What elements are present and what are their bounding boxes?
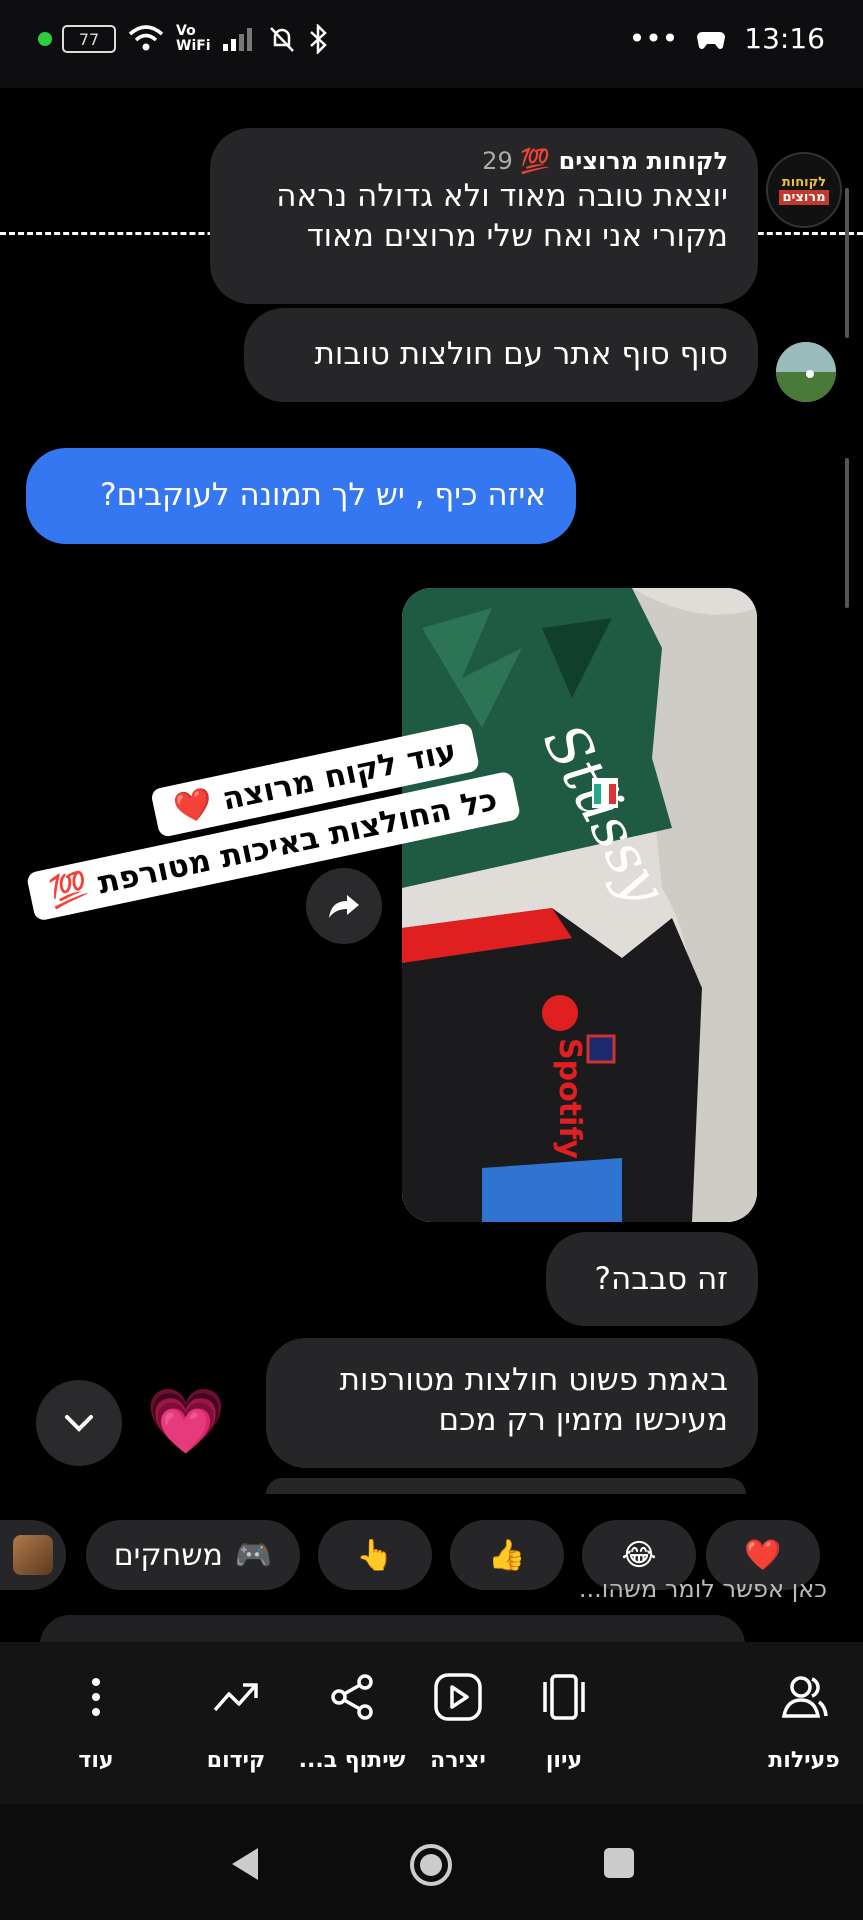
scrollbar-thumb[interactable] <box>845 188 849 338</box>
share-button[interactable]: שיתוף ב... <box>292 1672 412 1773</box>
message-text: סוף סוף אתר עם חולצות טובות <box>314 336 728 372</box>
browse-label: עיון <box>545 1748 583 1773</box>
gamepad-status-icon <box>697 31 726 49</box>
reaction-chip-thumbs-up[interactable]: 👍 <box>450 1520 564 1590</box>
system-nav-bar <box>0 1804 863 1920</box>
cat-avatar-icon <box>13 1535 53 1575</box>
scroll-down-button[interactable] <box>36 1380 122 1466</box>
clock: 13:16 <box>744 22 825 55</box>
bell-muted-icon <box>269 27 294 52</box>
message-text: יוצאת טובה מאוד ולא גדולה נראה <box>276 178 728 214</box>
floating-heart-icon: 💗 <box>146 1385 226 1459</box>
battery-icon: 77 <box>62 25 116 53</box>
message-bubble-outgoing[interactable]: איזה כיף , יש לך תמונה לעוקבים? <box>26 448 576 544</box>
reaction-chip-games[interactable]: 🎮 משחקים <box>86 1520 300 1590</box>
bluetooth-icon <box>309 24 327 54</box>
play-icon <box>434 1673 482 1721</box>
message-bubble-partial[interactable] <box>266 1478 746 1494</box>
message-bubble-3[interactable]: זה סבבה? <box>546 1232 758 1326</box>
jersey-photo: Stüssy Spotify <box>402 588 757 1222</box>
sender-avatar-field[interactable] <box>776 342 836 402</box>
wifi-icon <box>128 25 164 51</box>
gamepad-icon: 🎮 <box>234 1537 273 1573</box>
games-label: משחקים <box>113 1537 223 1573</box>
vowifi-label: Vo WiFi <box>176 23 211 54</box>
share-label: שיתוף ב... <box>298 1748 406 1773</box>
status-bar: 77 Vo WiFi ••• 13:16 <box>0 0 863 88</box>
message-text: מעיכשו מזמין רק מכם <box>438 1402 729 1438</box>
message-bubble-1[interactable]: לקוחות מרוצים 💯 29 יוצאת טובה מאוד ולא ג… <box>210 128 758 304</box>
promote-label: קידום <box>206 1748 266 1773</box>
more-icon <box>92 1678 100 1716</box>
reaction-chip-point-up[interactable]: 👆 <box>318 1520 432 1590</box>
create-label: יצירה <box>430 1748 486 1773</box>
activity-label: פעילות <box>768 1748 840 1773</box>
scrollbar-thumb[interactable] <box>845 458 849 608</box>
overflow-dots: ••• <box>628 22 679 55</box>
people-icon <box>781 1676 828 1718</box>
swipe-icon <box>543 1674 585 1720</box>
input-placeholder[interactable]: כאן אפשר לומר משהו... <box>579 1575 827 1603</box>
heart-icon: ❤️ <box>744 1537 782 1573</box>
back-icon[interactable] <box>226 1844 262 1884</box>
sponsor-text: Spotify <box>552 1038 587 1159</box>
signal-icon <box>222 28 252 51</box>
privacy-dot-icon <box>38 32 52 46</box>
reaction-chip-avatar[interactable] <box>0 1520 66 1590</box>
message-text: מקורי אני ואח שלי מרוצים מאוד <box>306 218 728 254</box>
photo-message[interactable]: Stüssy Spotify <box>402 588 757 1222</box>
home-icon[interactable] <box>408 1842 454 1888</box>
promote-button[interactable]: קידום <box>176 1672 296 1773</box>
story-header: לקוחות מרוצים 💯 29 <box>482 147 728 175</box>
laugh-icon: 😂 <box>621 1537 657 1573</box>
sender-avatar-brand[interactable]: לקוחות מרוצים <box>766 152 842 228</box>
message-text: איזה כיף , יש לך תמונה לעוקבים? <box>100 477 546 513</box>
create-button[interactable]: יצירה <box>398 1672 518 1773</box>
more-label: עוד <box>78 1748 114 1773</box>
share-icon <box>331 1674 373 1720</box>
message-bubble-4[interactable]: באמת פשוט חולצות מטורפות מעיכשו מזמין רק… <box>266 1338 758 1468</box>
message-text: באמת פשוט חולצות מטורפות <box>339 1362 728 1398</box>
activity-button[interactable]: פעילות <box>744 1672 863 1773</box>
thumbs-up-icon: 👍 <box>488 1537 526 1573</box>
browse-button[interactable]: עיון <box>504 1672 624 1773</box>
bottom-action-bar: פעילות עיון יצירה שיתוף ב... קידום עוד <box>0 1642 863 1804</box>
chevron-down-icon <box>65 1415 93 1432</box>
message-text: זה סבבה? <box>594 1261 728 1297</box>
recents-icon[interactable] <box>602 1846 636 1880</box>
point-up-icon: 👆 <box>356 1537 394 1573</box>
message-bubble-2[interactable]: סוף סוף אתר עם חולצות טובות <box>244 308 758 402</box>
trend-icon <box>213 1683 258 1712</box>
more-button[interactable]: עוד <box>36 1672 156 1773</box>
